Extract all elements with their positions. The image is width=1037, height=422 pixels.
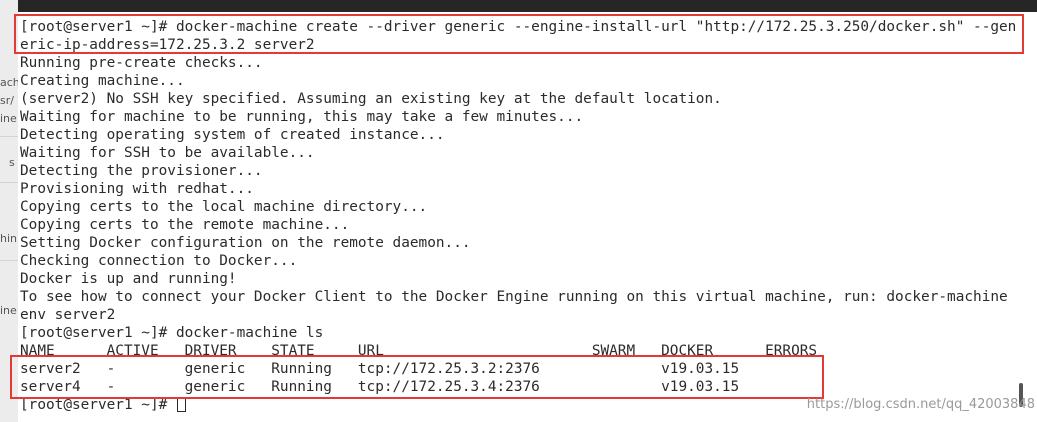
- background-text-fragment: hin: [0, 232, 17, 245]
- terminal-line: Detecting operating system of created in…: [20, 127, 445, 143]
- terminal-line: Checking connection to Docker...: [20, 253, 298, 269]
- background-text-fragment: s: [9, 156, 15, 169]
- terminal-line: [root@server1 ~]# docker-machine ls: [20, 325, 324, 341]
- machine-list-highlight-box: [10, 355, 824, 399]
- background-text-fragment: ine: [0, 112, 17, 125]
- terminal-line: To see how to connect your Docker Client…: [20, 289, 1008, 305]
- terminal-line: Waiting for SSH to be available...: [20, 145, 315, 161]
- command-highlight-box: [14, 14, 1024, 54]
- background-divider: [0, 182, 18, 183]
- prompt-text: [root@server1 ~]#: [20, 397, 176, 413]
- background-text-fragment: ach: [0, 76, 19, 89]
- background-divider: [0, 136, 18, 137]
- terminal-line: (server2) No SSH key specified. Assuming…: [20, 91, 722, 107]
- terminal-line: Creating machine...: [20, 73, 185, 89]
- terminal-line: Copying certs to the local machine direc…: [20, 199, 428, 215]
- terminal-line: Docker is up and running!: [20, 271, 237, 287]
- terminal-line: Copying certs to the remote machine...: [20, 217, 350, 233]
- background-text-fragment: sr/: [0, 94, 14, 107]
- cursor: [176, 397, 186, 412]
- terminal-line: Waiting for machine to be running, this …: [20, 109, 584, 125]
- background-text-fragment: ine: [0, 304, 17, 317]
- terminal-line: Running pre-create checks...: [20, 55, 263, 71]
- terminal-line: Detecting the provisioner...: [20, 163, 263, 179]
- terminal-line: env server2: [20, 307, 116, 323]
- terminal-line: Setting Docker configuration on the remo…: [20, 235, 471, 251]
- watermark: https://blog.csdn.net/qq_42003848: [806, 397, 1035, 412]
- terminal-top-bar: [18, 0, 1037, 12]
- background-divider: [0, 260, 18, 261]
- terminal-line: Provisioning with redhat...: [20, 181, 254, 197]
